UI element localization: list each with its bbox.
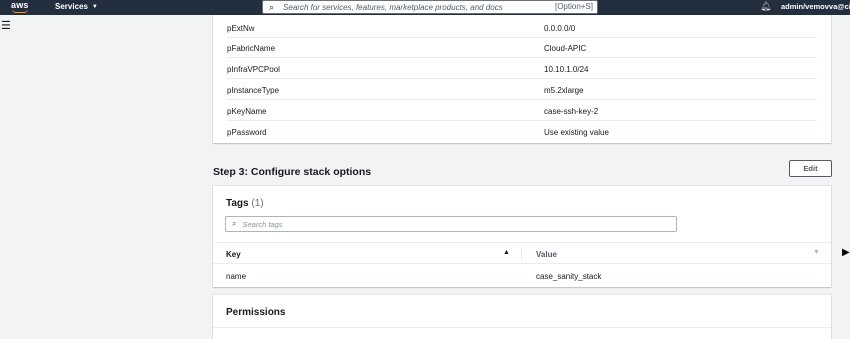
parameters-card: pExtNw 0.0.0.0/0 pFabricName Cloud-APIC … [213, 15, 831, 143]
search-icon: ⌕ [232, 219, 237, 228]
parameter-value: Cloud-APIC [544, 44, 587, 53]
column-header-key[interactable]: Key [226, 250, 241, 259]
parameter-key: pInfraVPCPool [227, 65, 280, 74]
mouse-cursor-icon: ▶ [842, 247, 850, 258]
search-icon: ⌕ [269, 1, 275, 12]
parameter-value: case-ssh-key-2 [544, 107, 599, 116]
services-label: Services [55, 2, 88, 11]
sort-descending-icon[interactable]: ▼ [813, 249, 820, 256]
aws-logo-smile-icon [12, 9, 28, 13]
tags-search-input[interactable]: ⌕ Search tags [225, 216, 677, 232]
column-divider [521, 247, 522, 261]
permissions-heading: Permissions [226, 307, 286, 318]
row-divider [227, 57, 817, 58]
parameter-row: pExtNw 0.0.0.0/0 [227, 18, 817, 38]
parameter-row: pInstanceType m5.2xlarge [227, 80, 817, 100]
parameter-row: pInfraVPCPool 10.10.1.0/24 [227, 59, 817, 79]
parameter-key: pFabricName [227, 44, 276, 53]
parameter-value: 0.0.0.0/0 [544, 24, 576, 33]
parameter-row: pFabricName Cloud-APIC [227, 38, 817, 58]
tag-key-cell: name [226, 272, 247, 281]
row-divider [227, 99, 817, 100]
tags-count: (1) [251, 198, 264, 209]
top-navigation-bar: aws Services ▼ ⌕ Search for services, fe… [0, 0, 850, 15]
permissions-card: Permissions [213, 295, 831, 339]
search-shortcut-hint: [Option+S] [554, 2, 593, 11]
parameter-value: m5.2xlarge [544, 86, 584, 95]
parameter-key: pInstanceType [227, 86, 280, 95]
account-menu[interactable]: admin/vemovva@ci [781, 2, 850, 11]
step-3-heading: Step 3: Configure stack options [213, 166, 372, 178]
parameter-key: pKeyName [227, 107, 267, 116]
tags-table-header: Key ▲ Value ▼ [213, 242, 831, 264]
parameter-value: 10.10.1.0/24 [544, 65, 589, 74]
parameter-row: pPassword Use existing value [227, 122, 817, 142]
sort-ascending-icon[interactable]: ▲ [503, 249, 510, 256]
services-menu-button[interactable]: Services ▼ [55, 2, 98, 11]
bell-icon[interactable]: 🔔︎ [760, 1, 771, 12]
column-header-value[interactable]: Value [536, 250, 557, 259]
row-divider [227, 78, 817, 79]
tags-heading: Tags (1) [226, 198, 264, 209]
tag-value-cell: case_sanity_stack [536, 272, 602, 281]
parameter-key: pPassword [227, 128, 267, 137]
hamburger-menu-icon[interactable]: ☰ [1, 19, 11, 32]
global-search-placeholder: Search for services, features, marketpla… [283, 2, 503, 12]
tags-card: Tags (1) ⌕ Search tags Key ▲ Value ▼ nam… [213, 186, 831, 287]
row-divider [227, 120, 817, 121]
tags-search-placeholder: Search tags [242, 219, 283, 229]
section-divider [213, 327, 831, 328]
caret-down-icon: ▼ [91, 3, 98, 10]
parameter-key: pExtNw [227, 24, 255, 33]
parameter-value: Use existing value [544, 128, 609, 137]
edit-step-3-button[interactable]: Edit [789, 160, 832, 177]
global-search-input[interactable]: ⌕ Search for services, features, marketp… [262, 0, 598, 14]
tags-title: Tags [226, 198, 249, 209]
parameter-row: pKeyName case-ssh-key-2 [227, 101, 817, 121]
